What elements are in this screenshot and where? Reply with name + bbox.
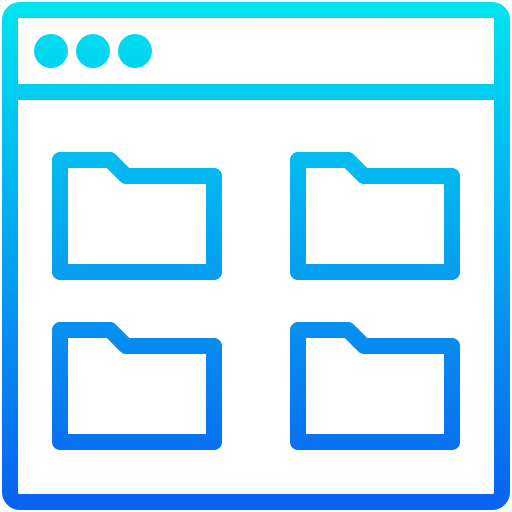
folder-grid [52, 152, 460, 450]
dot-icon [34, 34, 68, 68]
dot-icon [118, 34, 152, 68]
window-frame [2, 2, 510, 510]
dot-icon [76, 34, 110, 68]
icon-canvas [0, 0, 512, 512]
folder-icon [290, 322, 460, 450]
folder-icon [52, 152, 222, 280]
folder-icon [290, 152, 460, 280]
window-controls [34, 34, 152, 68]
browser-window-folders-icon [2, 2, 510, 510]
folder-icon [52, 322, 222, 450]
